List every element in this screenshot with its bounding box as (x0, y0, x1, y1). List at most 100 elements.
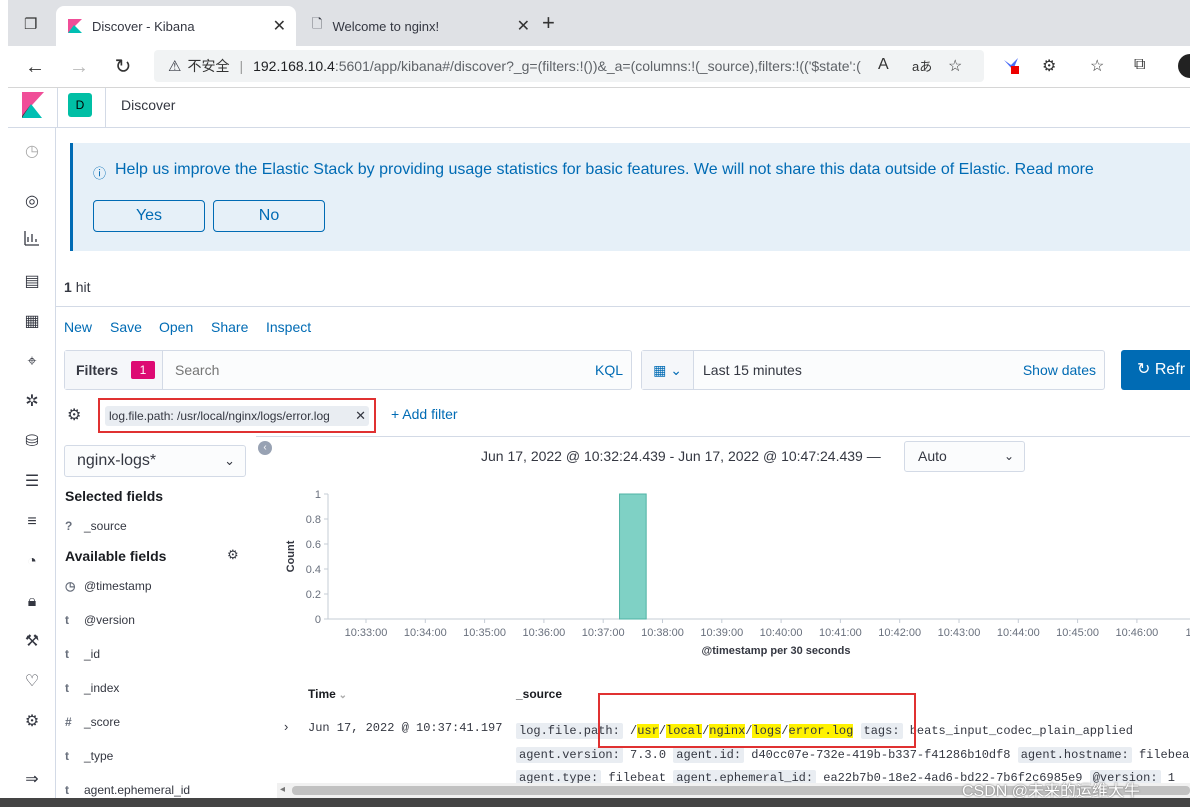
reload-icon[interactable]: ↻ (110, 54, 136, 80)
x-tick-label: 10:35:00 (463, 627, 506, 639)
add-filter-link[interactable]: + Add filter (391, 406, 458, 422)
yes-button[interactable]: Yes (93, 200, 205, 232)
filter-settings-gear-icon[interactable]: ⚙ (67, 405, 81, 425)
time-column-label: Time (308, 687, 336, 701)
address-path: :5601/app/kibana#/discover?_g=(filters:!… (334, 58, 861, 74)
ml-icon[interactable]: ✲ (20, 390, 44, 414)
extensions-puzzle-icon[interactable]: ⚙ (1042, 56, 1056, 76)
field-type-icon: # (65, 715, 72, 729)
y-tick-label: 0.4 (306, 564, 321, 576)
interval-select[interactable]: Auto ⌄ (904, 441, 1025, 472)
field-item[interactable]: # _score (65, 715, 120, 729)
warning-icon: ⚠ (168, 58, 182, 75)
monitoring-icon[interactable]: ♡ (20, 670, 44, 694)
source-line-2: agent.version: 7.3.0 agent.id: d40cc07e-… (516, 747, 1190, 763)
calendar-icon: ▦ (653, 362, 667, 378)
siem-lock-icon[interactable]: 🔒︎ (20, 590, 44, 614)
quick-select-button[interactable]: ▦ ⌄ (642, 351, 694, 389)
back-arrow-icon[interactable]: ← (22, 54, 48, 80)
menu-inspect[interactable]: Inspect (266, 319, 311, 335)
expand-nav-icon[interactable]: ⇒ (20, 768, 44, 792)
field-type-icon: t (65, 647, 69, 661)
field-item[interactable]: t _index (65, 681, 119, 695)
kibana-logo[interactable] (8, 88, 58, 128)
interval-value: Auto (918, 448, 947, 464)
favorites-icon[interactable]: ☆ (1090, 56, 1104, 76)
y-tick-label: 0.6 (306, 539, 321, 551)
logs-icon[interactable]: ☰ (20, 470, 44, 494)
top-nav-divider (56, 306, 1190, 307)
menu-save[interactable]: Save (110, 319, 142, 335)
expand-row-icon[interactable]: › (284, 719, 288, 734)
apm-icon[interactable]: ≡ (20, 510, 44, 534)
search-input[interactable] (163, 351, 583, 389)
collapse-sidebar-icon[interactable]: ‹ (258, 441, 272, 455)
available-fields-title: Available fields (65, 548, 167, 564)
index-pattern-select[interactable]: nginx-logs* ⌄ (64, 445, 246, 477)
read-aloud-icon[interactable]: A (878, 56, 889, 74)
dashboard-icon[interactable]: ▤ (20, 270, 44, 294)
hits-number: 1 (64, 279, 72, 295)
new-tab-button[interactable]: + (542, 10, 555, 36)
time-range-label[interactable]: Last 15 minutes (703, 362, 802, 378)
y-tick-label: 1 (315, 489, 321, 501)
y-tick-label: 0 (315, 614, 321, 626)
menu-open[interactable]: Open (159, 319, 193, 335)
field-item[interactable]: t _type (65, 749, 113, 763)
visualize-icon[interactable] (20, 230, 44, 254)
profile-avatar[interactable] (1178, 54, 1190, 78)
canvas-icon[interactable]: ▦ (20, 310, 44, 334)
close-tab-icon[interactable]: ✕ (517, 16, 530, 36)
address-bar[interactable]: ⚠ 不安全 | 192.168.10.4 :5601/app/kibana#/d… (154, 50, 984, 82)
kibana-header: D Discover (8, 88, 1190, 128)
forward-arrow-icon[interactable]: → (66, 54, 92, 80)
breadcrumb: Discover (121, 97, 176, 113)
space-avatar[interactable]: D (68, 93, 92, 117)
show-dates-link[interactable]: Show dates (1023, 362, 1096, 378)
field-item[interactable]: t _id (65, 647, 100, 661)
field-name: _type (84, 749, 114, 763)
close-tab-icon[interactable]: ✕ (273, 16, 286, 36)
remove-filter-icon[interactable]: ✕ (355, 406, 366, 426)
x-tick-label: 10:45:00 (1056, 627, 1099, 639)
field-type-icon: t (65, 749, 69, 763)
x-tick-label: 10:41:00 (819, 627, 862, 639)
extension-badge-icon[interactable] (1002, 56, 1020, 79)
hits-label: hit (75, 279, 91, 295)
dev-tools-icon[interactable]: ⚒ (20, 630, 44, 654)
chevron-down-icon: ⌄ (224, 453, 235, 468)
infrastructure-icon[interactable]: ⛁ (20, 430, 44, 454)
no-button[interactable]: No (213, 200, 325, 232)
sort-icon[interactable]: ⌄ (336, 690, 347, 701)
management-gear-icon[interactable]: ⚙ (20, 710, 44, 734)
recent-items-icon[interactable]: ◷ (20, 140, 44, 164)
tab-welcome-nginx[interactable]: 🗋 Welcome to nginx! ✕ (300, 6, 540, 46)
selected-fields-title: Selected fields (65, 488, 164, 504)
menu-share[interactable]: Share (211, 319, 248, 335)
tab-actions-icon[interactable]: ❐ (24, 15, 37, 33)
tab-discover-kibana[interactable]: Discover - Kibana ✕ (56, 6, 296, 46)
source-value: d40cc07e-732e-419b-b337-f41286b10df8 (751, 748, 1011, 762)
translate-icon[interactable]: aあ (912, 56, 932, 75)
refresh-button[interactable]: ↻ Refr (1121, 350, 1190, 390)
field-item[interactable]: t agent.ephemeral_id (65, 783, 190, 797)
maps-icon[interactable]: ⌖ (20, 350, 44, 374)
query-bar: Filters 1 KQL (64, 350, 632, 390)
field-item[interactable]: t @version (65, 613, 135, 627)
favorite-add-icon[interactable]: ☆ (948, 56, 962, 76)
field-name: _score (84, 715, 121, 729)
scroll-left-icon[interactable]: ◂ (280, 784, 285, 795)
field-name: @version (84, 613, 135, 627)
source-key: agent.version: (516, 747, 623, 763)
discover-compass-icon[interactable]: ◎ (20, 190, 44, 214)
menu-new[interactable]: New (64, 319, 92, 335)
time-column-header[interactable]: Time ⌄ (308, 687, 347, 701)
filter-pill[interactable]: log.file.path: /usr/local/nginx/logs/err… (105, 406, 369, 426)
field-item[interactable]: ◷ @timestamp (65, 579, 152, 593)
field-filter-gear-icon[interactable]: ⚙ (227, 547, 239, 563)
uptime-icon[interactable]: ◔ (20, 550, 44, 574)
collections-icon[interactable]: ⧉ (1134, 56, 1145, 74)
field-item[interactable]: ? _source (65, 519, 127, 533)
histogram-bar (619, 493, 647, 620)
kql-toggle[interactable]: KQL (595, 362, 623, 378)
